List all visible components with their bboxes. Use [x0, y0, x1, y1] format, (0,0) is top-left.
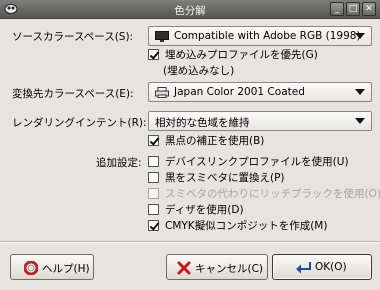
destination-colorspace-label: 変換先カラースペース(E):: [12, 88, 134, 100]
help-button-label: ヘルプ(H): [42, 263, 90, 275]
minimize-button[interactable]: _: [330, 2, 344, 16]
title-bar: 色分解 _ □ ✕: [0, 0, 380, 19]
additional-settings-label: 追加設定:: [96, 157, 142, 169]
monitor-icon: [155, 31, 169, 42]
checkbox-box[interactable]: [148, 220, 159, 231]
rendering-intent-label: レンダリングインテント(R):: [12, 117, 147, 129]
chevron-down-icon: [355, 33, 365, 39]
source-colorspace-select[interactable]: Compatible with Adobe RGB (1998): [148, 26, 372, 46]
close-button[interactable]: ✕: [362, 2, 376, 16]
destination-colorspace-value: Japan Color 2001 Coated: [174, 86, 305, 98]
replace-black-label: 黒をスミベタに置換え(P): [165, 172, 285, 184]
ok-button-label: OK(O): [315, 261, 347, 273]
rendering-intent-select[interactable]: 相対的な色域を維持: [148, 111, 372, 131]
cancel-x-icon: [177, 261, 191, 275]
embedded-profile-note: (埋め込みなし): [163, 65, 235, 77]
cmyk-composite-label: CMYK擬似コンポジットを作成(M): [165, 220, 328, 232]
checkbox-box[interactable]: [148, 156, 159, 167]
device-link-profile-label: デバイスリンクプロファイルを使用(U): [165, 156, 349, 168]
dither-label: ディザを使用(D): [165, 204, 244, 216]
source-colorspace-label: ソースカラースペース(S):: [12, 31, 134, 43]
cancel-button-label: キャンセル(C): [195, 263, 264, 275]
chevron-down-icon: [355, 118, 365, 124]
checkbox-box[interactable]: [148, 49, 159, 60]
prefer-embedded-label: 埋め込みプロファイルを優先(G): [165, 49, 318, 61]
printer-icon: [155, 87, 169, 98]
return-arrow-icon: [296, 262, 311, 274]
window-title: 色分解: [174, 5, 206, 17]
checkbox-box[interactable]: [148, 172, 159, 183]
button-separator: [0, 241, 380, 243]
lifebuoy-icon: [24, 261, 38, 275]
checkbox-box: [148, 188, 159, 199]
rich-black-label: スミベタの代わりにリッチブラックを使用(O): [165, 188, 380, 200]
source-colorspace-value: Compatible with Adobe RGB (1998): [174, 30, 361, 42]
chevron-down-icon: [355, 89, 365, 95]
checkbox-box[interactable]: [148, 204, 159, 215]
destination-colorspace-select[interactable]: Japan Color 2001 Coated: [148, 82, 372, 102]
cancel-button[interactable]: キャンセル(C): [166, 254, 268, 280]
help-button[interactable]: ヘルプ(H): [10, 254, 94, 280]
ok-button[interactable]: OK(O): [272, 254, 372, 280]
maximize-button[interactable]: □: [346, 2, 360, 16]
rendering-intent-value: 相対的な色域を維持: [155, 117, 250, 129]
checkbox-box[interactable]: [148, 135, 159, 146]
black-point-label: 黒点の補正を使用(B): [165, 135, 265, 147]
